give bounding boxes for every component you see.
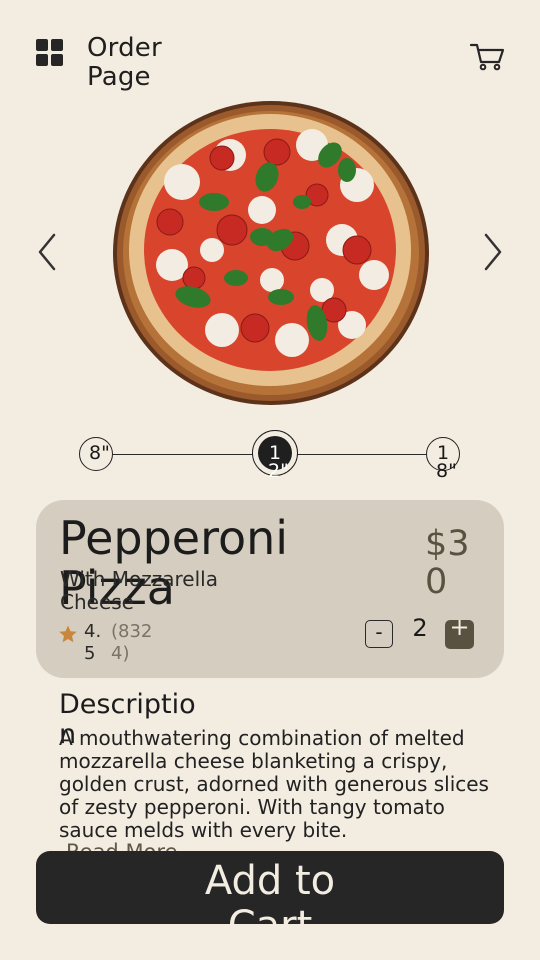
chevron-right-icon[interactable]: [478, 230, 508, 274]
size-option-12-selected[interactable]: 12": [252, 430, 298, 481]
size-label: 12": [268, 442, 289, 482]
increase-quantity-button[interactable]: +: [445, 615, 474, 649]
size-label: 18": [436, 442, 457, 482]
grid-menu-icon[interactable]: [36, 39, 64, 67]
review-count: (8324): [111, 621, 153, 664]
rating-value: 4.5: [84, 621, 102, 664]
add-to-cart-button[interactable]: Add to Cart: [36, 851, 504, 924]
decrease-quantity-button[interactable]: -: [365, 620, 393, 648]
cart-icon[interactable]: [468, 40, 506, 72]
size-option-18[interactable]: 18": [426, 437, 460, 481]
star-icon: [58, 624, 78, 644]
page-title: Order Page: [87, 33, 162, 92]
description-text: A mouthwatering combination of melted mo…: [59, 727, 489, 842]
product-subtitle: With Mozzarella Cheese: [60, 567, 218, 614]
quantity-value: 2: [412, 614, 428, 642]
size-option-8[interactable]: 8": [79, 437, 113, 471]
chevron-left-icon[interactable]: [32, 230, 62, 274]
pizza-image: [112, 100, 430, 406]
size-label: 8": [89, 442, 110, 464]
product-price: $30: [425, 524, 470, 602]
